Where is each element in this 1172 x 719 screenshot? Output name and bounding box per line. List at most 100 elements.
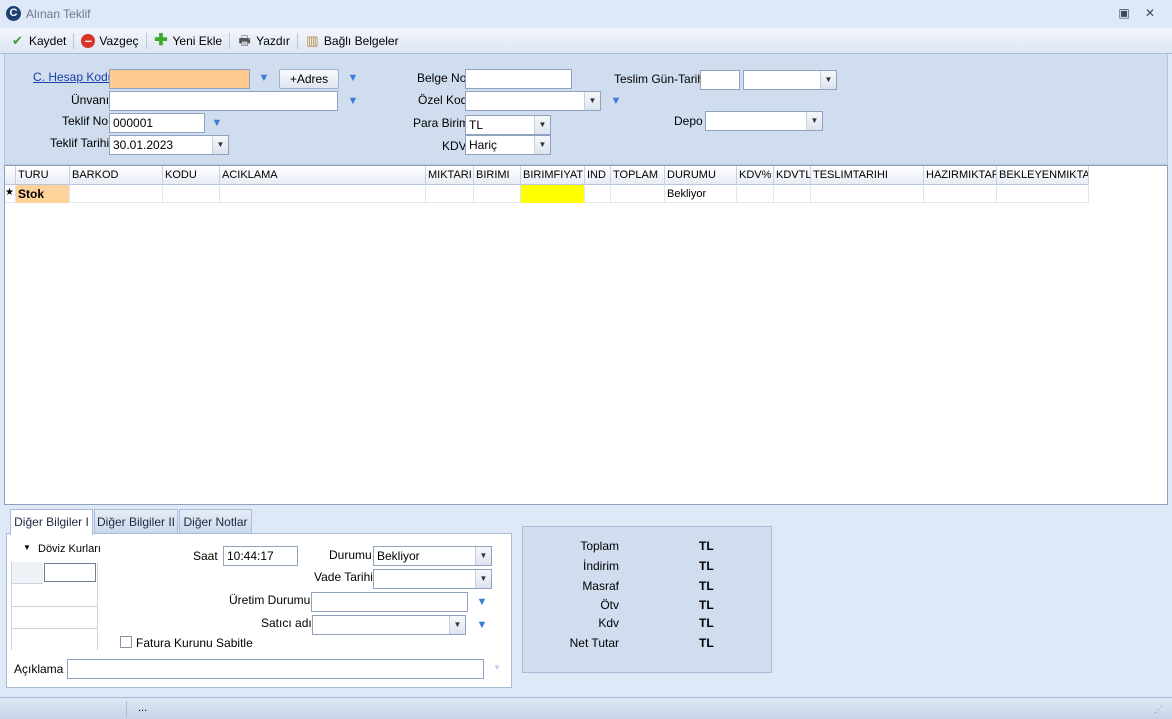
column-header[interactable]: DURUMU bbox=[665, 166, 737, 185]
production-status-input[interactable] bbox=[311, 592, 468, 612]
column-header[interactable]: MIKTARI bbox=[426, 166, 474, 185]
chevron-down-icon[interactable]: ▼ bbox=[820, 71, 836, 89]
title-input[interactable] bbox=[109, 91, 338, 111]
depot-label: Depo bbox=[674, 114, 703, 128]
grid-cell[interactable] bbox=[426, 185, 474, 203]
grid-cell[interactable] bbox=[220, 185, 426, 203]
grid-cell[interactable] bbox=[811, 185, 924, 203]
column-header[interactable]: BEKLEYENMIKTAR bbox=[997, 166, 1089, 185]
save-button[interactable]: ✔ Kaydet bbox=[6, 30, 70, 52]
chevron-down-icon[interactable]: ▼ bbox=[475, 570, 491, 588]
other-info-panel: ▼ Döviz Kurları Saat 10:44:17 Durumu Bek… bbox=[6, 533, 512, 688]
add-address-button[interactable]: +Adres bbox=[279, 69, 339, 89]
offer-no-input[interactable]: 000001 bbox=[109, 113, 205, 133]
grid-header: TURU BARKOD KODU ACIKLAMA MIKTARI BIRIMI… bbox=[5, 166, 1089, 185]
delivery-date-picker[interactable]: ▼ bbox=[743, 70, 837, 90]
save-label: Kaydet bbox=[29, 33, 67, 48]
tab-other-notes[interactable]: Diğer Notlar bbox=[179, 509, 252, 534]
note-input[interactable] bbox=[67, 659, 484, 679]
column-header[interactable]: IND bbox=[585, 166, 611, 185]
filter-icon[interactable]: ▼ bbox=[346, 95, 360, 107]
cancel-label: Vazgeç bbox=[99, 33, 139, 48]
discount-label: İndirim bbox=[582, 559, 619, 573]
column-header[interactable]: TESLIMTARIHI bbox=[811, 166, 924, 185]
column-header[interactable]: TOPLAM bbox=[611, 166, 665, 185]
column-header[interactable]: HAZIRMIKTAR bbox=[924, 166, 997, 185]
account-code-input[interactable] bbox=[109, 69, 250, 89]
seller-select[interactable]: ▼ bbox=[312, 615, 466, 635]
resize-grip-icon[interactable]: ⋰ bbox=[1154, 704, 1163, 715]
chevron-down-icon[interactable]: ▼ bbox=[534, 116, 550, 134]
column-header[interactable]: KDVTL bbox=[774, 166, 811, 185]
grid-cell-status[interactable]: Bekliyor bbox=[665, 185, 737, 203]
currency-value: TL bbox=[469, 118, 484, 132]
grid-cell-unit-price[interactable] bbox=[521, 185, 585, 203]
grid-cell[interactable] bbox=[737, 185, 774, 203]
column-header[interactable]: ACIKLAMA bbox=[220, 166, 426, 185]
grid-cell[interactable] bbox=[474, 185, 521, 203]
delivery-days-input[interactable] bbox=[700, 70, 740, 90]
offer-date-picker[interactable]: 30.01.2023 ▼ bbox=[109, 135, 229, 155]
items-grid[interactable]: TURU BARKOD KODU ACIKLAMA MIKTARI BIRIMI… bbox=[4, 165, 1168, 505]
special-code-select[interactable]: ▼ bbox=[465, 91, 601, 111]
column-header[interactable]: BARKOD bbox=[70, 166, 163, 185]
column-header[interactable]: TURU bbox=[16, 166, 70, 185]
restore-window-icon[interactable]: ▣ bbox=[1116, 6, 1132, 20]
filter-icon[interactable]: ▼ bbox=[609, 95, 623, 107]
filter-icon[interactable]: ▼ bbox=[475, 619, 489, 631]
filter-icon[interactable]: ▼ bbox=[210, 117, 224, 129]
status-select[interactable]: Bekliyor ▼ bbox=[373, 546, 492, 566]
row-indicator-header bbox=[5, 166, 16, 185]
net-total-value: TL bbox=[699, 636, 714, 650]
vat-total-label: Kdv bbox=[598, 616, 619, 630]
grid-cell[interactable] bbox=[70, 185, 163, 203]
add-new-button[interactable]: ✚ Yeni Ekle bbox=[150, 30, 227, 52]
grid-cell[interactable] bbox=[163, 185, 220, 203]
chevron-down-icon[interactable]: ▼ bbox=[584, 92, 600, 110]
column-header[interactable]: KDV% bbox=[737, 166, 774, 185]
column-header[interactable]: BIRIMFIYAT bbox=[521, 166, 585, 185]
filter-icon[interactable]: ▼ bbox=[257, 72, 271, 84]
chevron-down-icon[interactable]: ▼ bbox=[475, 547, 491, 565]
vat-select[interactable]: Hariç ▼ bbox=[465, 135, 551, 155]
chevron-down-icon[interactable]: ▼ bbox=[806, 112, 822, 130]
account-code-link[interactable]: C. Hesap Kodu bbox=[33, 70, 114, 84]
linked-documents-button[interactable]: ▥ Bağlı Belgeler bbox=[301, 30, 403, 52]
chevron-down-icon[interactable]: ▼ bbox=[212, 136, 228, 154]
collapse-arrow-icon[interactable]: ▼ bbox=[23, 543, 31, 552]
discount-value: TL bbox=[699, 559, 714, 573]
currency-select[interactable]: TL ▼ bbox=[465, 115, 551, 135]
chevron-down-icon[interactable]: ▼ bbox=[449, 616, 465, 634]
chevron-down-icon[interactable]: ▼ bbox=[534, 136, 550, 154]
column-header[interactable]: KODU bbox=[163, 166, 220, 185]
filter-icon[interactable]: ▼ bbox=[475, 596, 489, 608]
grid-cell[interactable] bbox=[924, 185, 997, 203]
toolbar-divider bbox=[229, 32, 231, 49]
grid-cell[interactable] bbox=[611, 185, 665, 203]
fix-invoice-rate-checkbox[interactable] bbox=[120, 636, 132, 648]
time-input[interactable]: 10:44:17 bbox=[223, 546, 298, 566]
table-row[interactable]: ★ Stok Bekliyor bbox=[5, 185, 1089, 203]
special-code-label: Özel Kod bbox=[418, 93, 468, 107]
expense-label: Masraf bbox=[582, 579, 619, 593]
expense-value: TL bbox=[699, 579, 714, 593]
grid-cell[interactable] bbox=[774, 185, 811, 203]
depot-select[interactable]: ▼ bbox=[705, 111, 823, 131]
tab-other-info-2[interactable]: Diğer Bilgiler II bbox=[94, 509, 178, 534]
currency-rate-input[interactable] bbox=[44, 563, 96, 582]
close-window-icon[interactable]: ✕ bbox=[1142, 6, 1158, 20]
document-no-input[interactable] bbox=[465, 69, 572, 89]
toolbar: ✔ Kaydet – Vazgeç ✚ Yeni Ekle 🖶 Yazdır ▥… bbox=[0, 28, 1172, 54]
print-button[interactable]: 🖶 Yazdır bbox=[233, 30, 294, 52]
currency-rates-grid[interactable] bbox=[11, 562, 98, 650]
tab-other-info-1[interactable]: Diğer Bilgiler I bbox=[10, 509, 93, 535]
due-date-picker[interactable]: ▼ bbox=[373, 569, 492, 589]
otv-label: Ötv bbox=[600, 598, 619, 612]
filter-icon[interactable]: ▼ bbox=[346, 72, 360, 84]
documents-icon: ▥ bbox=[306, 33, 319, 48]
grid-cell-type[interactable]: Stok bbox=[16, 185, 70, 203]
column-header[interactable]: BIRIMI bbox=[474, 166, 521, 185]
grid-cell[interactable] bbox=[585, 185, 611, 203]
grid-cell[interactable] bbox=[997, 185, 1089, 203]
cancel-button[interactable]: – Vazgeç bbox=[77, 30, 142, 52]
